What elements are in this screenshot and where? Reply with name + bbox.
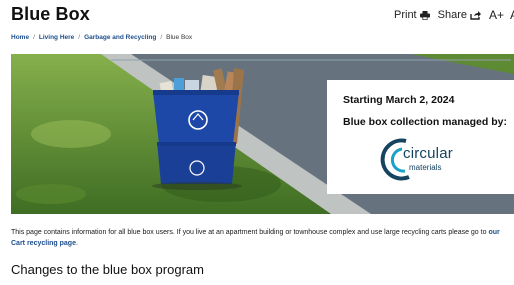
intro-text-end: . (75, 240, 78, 247)
breadcrumb-separator: / (33, 34, 35, 41)
breadcrumb-home[interactable]: Home (11, 34, 29, 41)
managed-by-text: Blue box collection managed by: (343, 116, 507, 128)
printer-icon (419, 10, 430, 20)
share-button[interactable]: Share (438, 9, 481, 21)
start-date-text: Starting March 2, 2024 (343, 94, 455, 106)
page-tools: Print Share A+ A (394, 8, 514, 22)
circular-materials-logo: circular materials (379, 135, 499, 185)
breadcrumb-current: Blue Box (166, 34, 193, 41)
page-title: Blue Box (11, 4, 90, 24)
intro-text: This page contains information for all b… (11, 229, 489, 236)
hero-banner: Starting March 2, 2024 Blue box collecti… (11, 54, 514, 214)
section-heading: Changes to the blue box program (11, 262, 204, 277)
breadcrumb-garbage-recycling[interactable]: Garbage and Recycling (84, 34, 156, 41)
share-icon (470, 10, 481, 20)
print-button[interactable]: Print (394, 9, 430, 21)
print-label: Print (394, 9, 417, 21)
increase-text-button[interactable]: A+ (489, 8, 504, 22)
logo-word-circular: circular (403, 145, 453, 162)
breadcrumb-separator: / (160, 34, 163, 41)
breadcrumb-separator: / (78, 34, 81, 41)
breadcrumb: Home / Living Here / Garbage and Recycli… (11, 34, 192, 41)
intro-paragraph: This page contains information for all b… (11, 227, 514, 249)
breadcrumb-living-here[interactable]: Living Here (39, 34, 74, 41)
collection-info-panel: Starting March 2, 2024 Blue box collecti… (327, 80, 514, 194)
share-label: Share (437, 9, 467, 21)
text-size-button[interactable]: A (510, 8, 514, 22)
logo-word-materials: materials (409, 163, 442, 172)
